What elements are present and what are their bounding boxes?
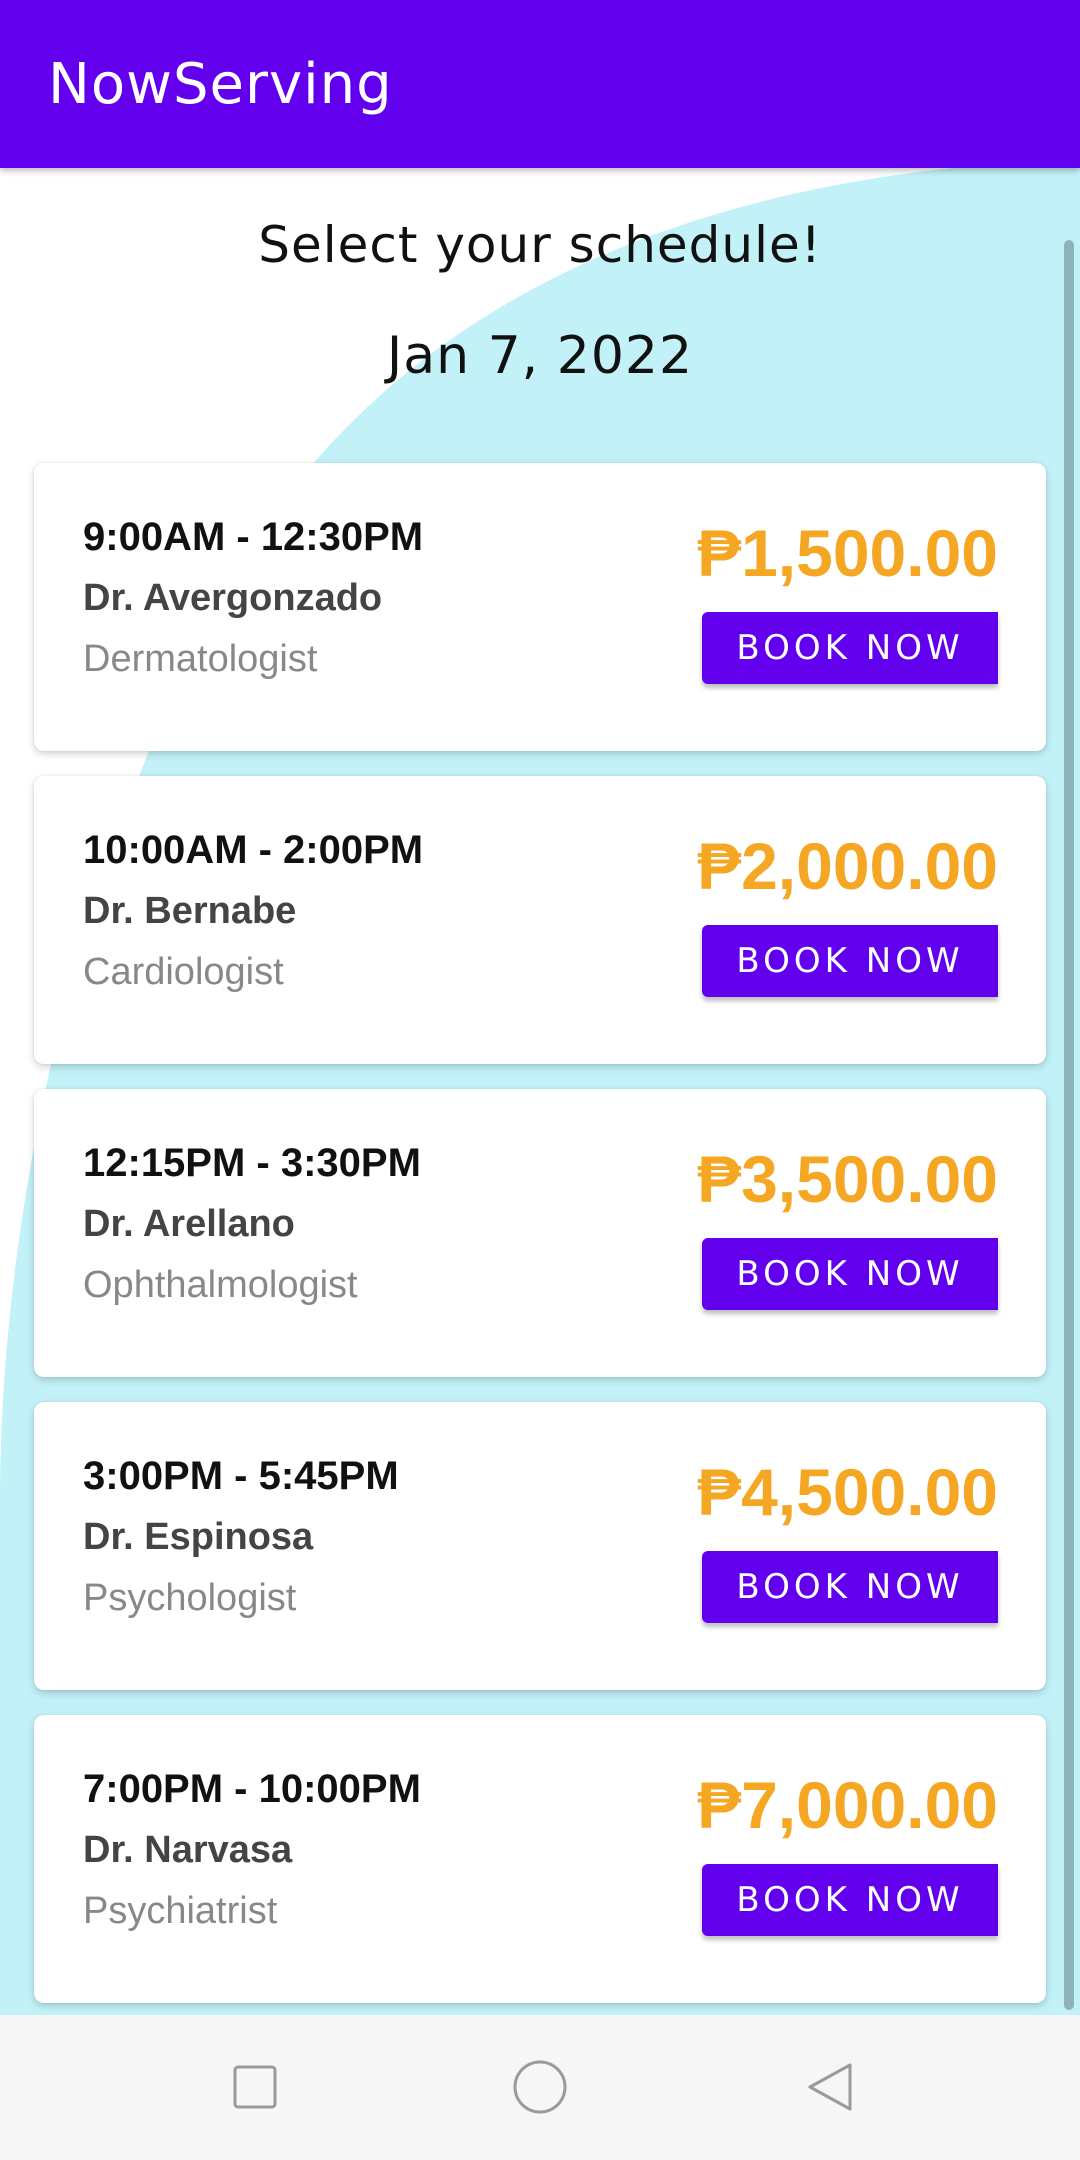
schedule-time: 3:00PM - 5:45PM <box>83 1454 399 1498</box>
doctor-name: Dr. Espinosa <box>83 1516 314 1558</box>
schedule-card: 10:00AM - 2:00PM Dr. Bernabe Cardiologis… <box>34 776 1046 1064</box>
schedule-time: 9:00AM - 12:30PM <box>83 515 424 559</box>
schedule-card: 9:00AM - 12:30PM Dr. Avergonzado Dermato… <box>34 463 1046 751</box>
consultation-price: ₱2,000.00 <box>697 829 998 903</box>
doctor-name: Dr. Bernabe <box>83 890 297 932</box>
schedule-time: 12:15PM - 3:30PM <box>83 1141 421 1185</box>
doctor-specialty: Cardiologist <box>83 951 284 993</box>
doctor-name: Dr. Avergonzado <box>83 577 383 619</box>
screen: NowServing Select your schedule! Jan 7, … <box>0 0 1080 2160</box>
doctor-name: Dr. Narvasa <box>83 1829 293 1871</box>
book-now-button[interactable]: BOOK NOW <box>702 1238 998 1310</box>
book-now-button[interactable]: BOOK NOW <box>702 925 998 997</box>
schedule-time: 10:00AM - 2:00PM <box>83 828 424 872</box>
doctor-specialty: Dermatologist <box>83 638 318 680</box>
book-now-button[interactable]: BOOK NOW <box>702 1551 998 1623</box>
schedule-date: Jan 7, 2022 <box>386 326 694 386</box>
system-navigation-bar <box>0 2015 1080 2160</box>
doctor-specialty: Psychiatrist <box>83 1890 278 1932</box>
schedule-card: 7:00PM - 10:00PM Dr. Narvasa Psychiatris… <box>34 1715 1046 2003</box>
circle-icon <box>513 2060 567 2114</box>
schedule-list: 9:00AM - 12:30PM Dr. Avergonzado Dermato… <box>34 463 1046 2028</box>
book-now-button[interactable]: BOOK NOW <box>702 612 998 684</box>
app-title: NowServing <box>48 52 393 117</box>
back-button[interactable] <box>800 2057 860 2117</box>
scrollbar[interactable] <box>1064 240 1074 2010</box>
schedule-card: 12:15PM - 3:30PM Dr. Arellano Ophthalmol… <box>34 1089 1046 1377</box>
schedule-card: 3:00PM - 5:45PM Dr. Espinosa Psychologis… <box>34 1402 1046 1690</box>
page-heading: Select your schedule! <box>258 216 822 274</box>
consultation-price: ₱4,500.00 <box>697 1455 998 1529</box>
doctor-specialty: Psychologist <box>83 1577 297 1619</box>
app-bar: NowServing <box>0 0 1080 168</box>
recents-button[interactable] <box>225 2057 285 2117</box>
doctor-specialty: Ophthalmologist <box>83 1264 358 1306</box>
consultation-price: ₱1,500.00 <box>697 516 998 590</box>
book-now-button[interactable]: BOOK NOW <box>702 1864 998 1936</box>
consultation-price: ₱3,500.00 <box>697 1142 998 1216</box>
doctor-name: Dr. Arellano <box>83 1203 295 1245</box>
square-icon <box>233 2065 277 2109</box>
schedule-time: 7:00PM - 10:00PM <box>83 1767 421 1811</box>
triangle-back-icon <box>808 2063 852 2111</box>
home-button[interactable] <box>510 2057 570 2117</box>
consultation-price: ₱7,000.00 <box>697 1768 998 1842</box>
